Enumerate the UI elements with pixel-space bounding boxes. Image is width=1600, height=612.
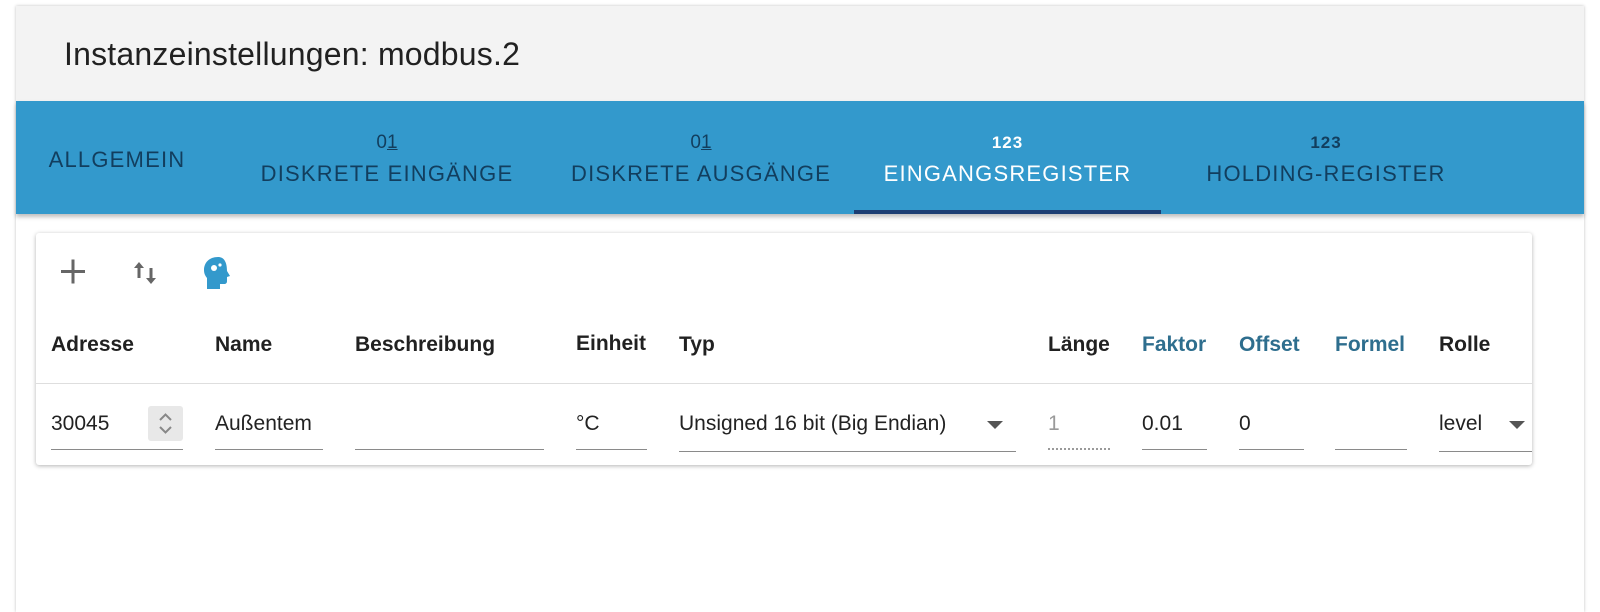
- column-header-typ[interactable]: Typ: [679, 333, 715, 357]
- column-header-beschreibung[interactable]: Beschreibung: [355, 333, 495, 357]
- laenge-input: 1: [1048, 404, 1110, 450]
- column-header-rolle[interactable]: Rolle: [1439, 333, 1490, 357]
- column-header-faktor[interactable]: Faktor: [1142, 333, 1206, 357]
- tab-allgemein[interactable]: ALLGEMEIN: [32, 101, 202, 214]
- binary-icon-one: 1: [701, 132, 712, 153]
- formel-input[interactable]: [1335, 404, 1407, 450]
- einheit-value: °C: [576, 412, 600, 435]
- binary-icon-one: 1: [387, 132, 398, 153]
- adresse-stepper[interactable]: [148, 406, 183, 441]
- numbers-icon: 123: [1310, 133, 1342, 152]
- tab-diskrete-eingaenge[interactable]: 01 DISKRETE EINGÄNGE: [242, 101, 532, 214]
- einheit-input[interactable]: °C: [576, 404, 647, 450]
- column-header-formel[interactable]: Formel: [1335, 333, 1405, 357]
- page: Instanzeinstellungen: modbus.2 ALLGEMEIN…: [0, 0, 1600, 612]
- tab-label: DISKRETE AUSGÄNGE: [570, 161, 831, 186]
- typ-value: Unsigned 16 bit (Big Endian): [679, 412, 947, 435]
- column-header-name[interactable]: Name: [215, 333, 272, 357]
- typ-select[interactable]: Unsigned 16 bit (Big Endian): [679, 404, 1016, 452]
- tab-label: EINGANGSREGISTER: [883, 161, 1132, 186]
- tab-holding-register[interactable]: 123 HOLDING-REGISTER: [1176, 101, 1476, 214]
- adresse-value: 30045: [51, 412, 110, 435]
- binary-icon: 01: [690, 132, 712, 153]
- numbers-icon: 123: [991, 133, 1024, 152]
- offset-input[interactable]: 0: [1239, 404, 1304, 450]
- page-title: Instanzeinstellungen: modbus.2: [64, 36, 521, 72]
- tab-label: DISKRETE EINGÄNGE: [260, 161, 514, 186]
- column-header-offset[interactable]: Offset: [1239, 333, 1300, 357]
- header-divider: [36, 383, 1532, 384]
- rolle-select[interactable]: level: [1439, 404, 1532, 452]
- stepper-arrows-icon: [159, 413, 172, 434]
- name-value: Außentem: [215, 412, 312, 435]
- binary-icon: 01: [376, 132, 398, 153]
- dropdown-arrow-icon: [1509, 421, 1525, 429]
- dialog-header: Instanzeinstellungen: modbus.2: [16, 6, 1584, 101]
- column-header-laenge[interactable]: Länge: [1048, 333, 1110, 357]
- import-export-button[interactable]: [124, 252, 168, 292]
- tab-diskrete-ausgaenge[interactable]: 01 DISKRETE AUSGÄNGE: [556, 101, 846, 214]
- autodetect-button[interactable]: [196, 252, 240, 292]
- rolle-value: level: [1439, 412, 1483, 435]
- active-tab-indicator: [854, 210, 1161, 214]
- column-header-einheit[interactable]: Einheit: [576, 332, 646, 356]
- name-input[interactable]: Außentem: [215, 404, 323, 450]
- tab-bar: ALLGEMEIN 01 DISKRETE EINGÄNGE 01 DISKRE…: [16, 101, 1584, 214]
- tab-label: HOLDING-REGISTER: [1206, 161, 1446, 186]
- laenge-value: 1: [1048, 412, 1060, 435]
- dropdown-arrow-icon: [987, 421, 1003, 429]
- add-button[interactable]: [50, 252, 94, 292]
- tab-label: ALLGEMEIN: [48, 147, 186, 172]
- offset-value: 0: [1239, 412, 1251, 435]
- import-export-icon: [134, 262, 156, 284]
- add-icon: [61, 259, 85, 284]
- column-header-adresse[interactable]: Adresse: [51, 333, 134, 357]
- tab-eingangsregister[interactable]: 123 EINGANGSREGISTER: [854, 101, 1161, 214]
- faktor-input[interactable]: 0.01: [1142, 404, 1207, 450]
- faktor-value: 0.01: [1142, 412, 1183, 435]
- beschreibung-input[interactable]: [355, 404, 544, 450]
- brain-head-icon: [204, 257, 230, 289]
